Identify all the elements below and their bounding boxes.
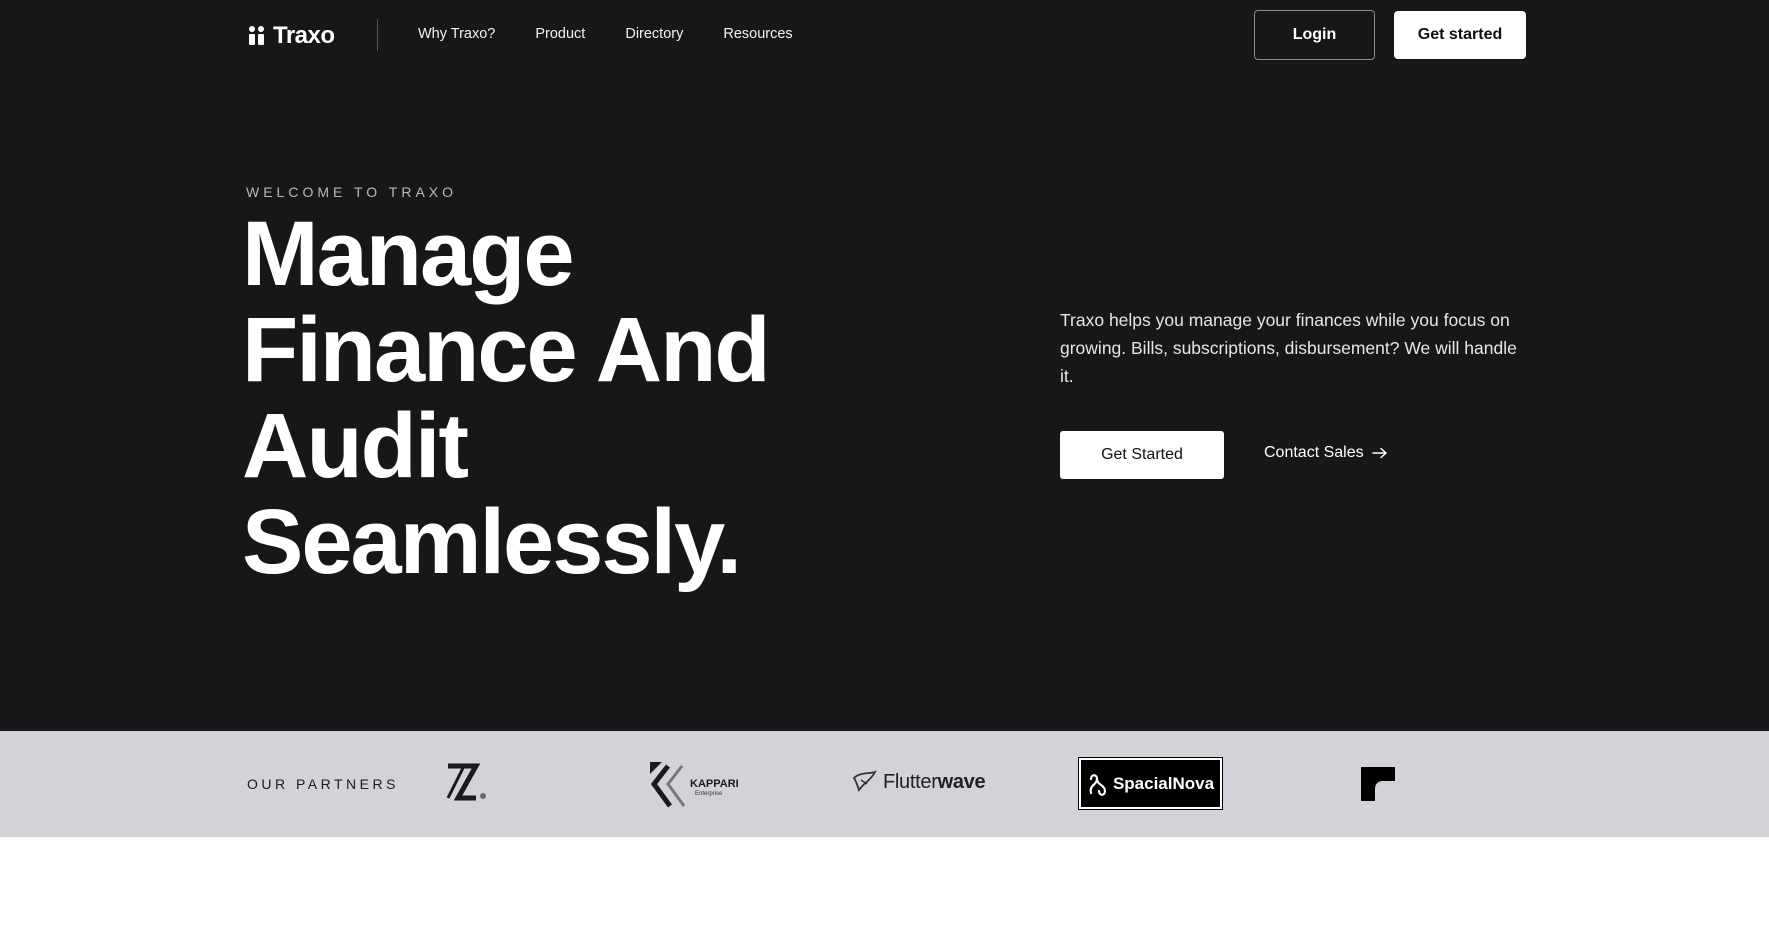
- login-button[interactable]: Login: [1254, 10, 1375, 60]
- nav-link-product[interactable]: Product: [535, 26, 585, 42]
- spacialnova-mark-icon: [1089, 773, 1107, 796]
- flutterwave-logo: Flutterwave: [851, 765, 991, 799]
- headline-line-2: Finance And: [242, 299, 771, 401]
- arrow-right-icon: [1371, 447, 1387, 459]
- brand-name: Traxo: [273, 22, 335, 49]
- nav-link-why-traxo[interactable]: Why Traxo?: [418, 26, 495, 42]
- nav-divider: [377, 19, 378, 51]
- spacialnova-text: SpacialNova: [1112, 773, 1215, 793]
- hero-description: Traxo helps you manage your finances whi…: [1060, 310, 1517, 386]
- nav-get-started-button[interactable]: Get started: [1394, 11, 1526, 59]
- z-logo: [446, 763, 490, 803]
- contact-sales-link[interactable]: Contact Sales: [1264, 444, 1388, 462]
- page-below-fold: [0, 837, 1769, 930]
- brand-logo[interactable]: Traxo: [248, 21, 335, 51]
- spacialnova-logo: SpacialNova: [1078, 757, 1223, 810]
- headline-line-4: Seamlessly.: [242, 491, 742, 593]
- hero-get-started-button[interactable]: Get Started: [1060, 431, 1224, 479]
- headline-line-3: Audit: [242, 395, 469, 497]
- hero-headline: Manage Finance And Audit Seamlessly.: [242, 206, 882, 590]
- z-logo-icon: [446, 763, 486, 801]
- nav-link-resources[interactable]: Resources: [723, 26, 792, 42]
- hero-eyebrow: WELCOME TO TRAXO: [246, 184, 458, 200]
- hero-section: Traxo Why Traxo? Product Directory Resou…: [0, 0, 1769, 731]
- kappari-subtext: Enterprise: [695, 791, 723, 797]
- top-nav: Traxo Why Traxo? Product Directory Resou…: [0, 0, 1769, 72]
- traxo-logo-icon: [248, 26, 266, 46]
- partner-mark-icon: [1361, 767, 1395, 801]
- kappari-logo: KAPPARI Enterprise: [648, 760, 744, 810]
- kappari-logo-icon: KAPPARI Enterprise: [650, 762, 739, 808]
- partners-strip: OUR PARTNERS KAPPARI Enterprise Flutterw…: [0, 731, 1769, 837]
- nav-link-directory[interactable]: Directory: [625, 26, 683, 42]
- partner-mark-logo: [1361, 767, 1395, 801]
- kappari-text: KAPPARI: [690, 778, 739, 790]
- flutterwave-text: Flutterwave: [883, 770, 986, 793]
- partners-label: OUR PARTNERS: [247, 776, 399, 792]
- flutterwave-butterfly-icon: [852, 770, 877, 792]
- headline-line-1: Manage: [242, 203, 575, 305]
- nav-links: Why Traxo? Product Directory Resources: [418, 26, 833, 42]
- contact-sales-label: Contact Sales: [1264, 444, 1364, 461]
